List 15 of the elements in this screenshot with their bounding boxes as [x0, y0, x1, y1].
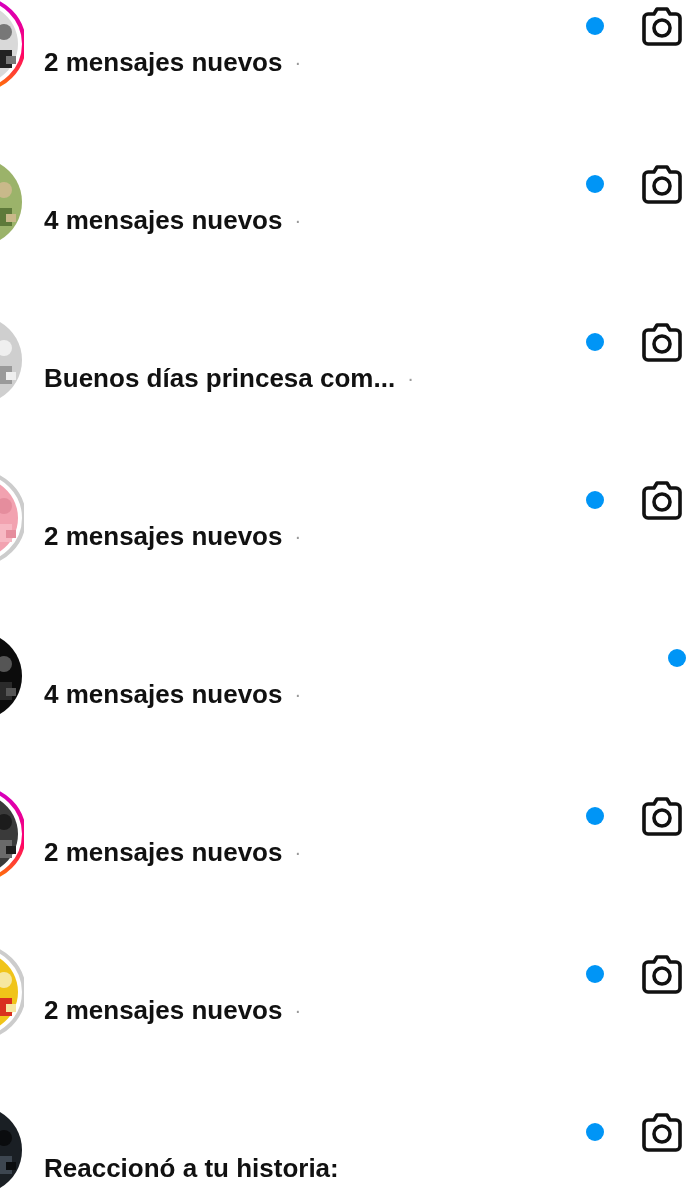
- message-preview: 2 mensajes nuevos: [44, 520, 283, 552]
- separator-dot: ·: [294, 998, 302, 1022]
- message-preview: 4 mensajes nuevos: [44, 678, 283, 710]
- separator-dot: ·: [294, 50, 302, 74]
- separator-dot: ·: [294, 524, 302, 548]
- message-preview: 2 mensajes nuevos: [44, 46, 283, 78]
- separator-dot: ·: [294, 682, 302, 706]
- message-preview: 4 mensajes nuevos: [44, 204, 283, 236]
- separator-dot: ·: [294, 208, 302, 232]
- message-preview: 2 mensajes nuevos: [44, 836, 283, 868]
- message-preview: 2 mensajes nuevos: [44, 994, 283, 1026]
- message-preview: Reaccionó a tu historia:: [44, 1152, 339, 1184]
- message-preview: Buenos días princesa com...: [44, 362, 396, 394]
- separator-dot: ·: [294, 840, 302, 864]
- separator-dot: ·: [407, 366, 414, 390]
